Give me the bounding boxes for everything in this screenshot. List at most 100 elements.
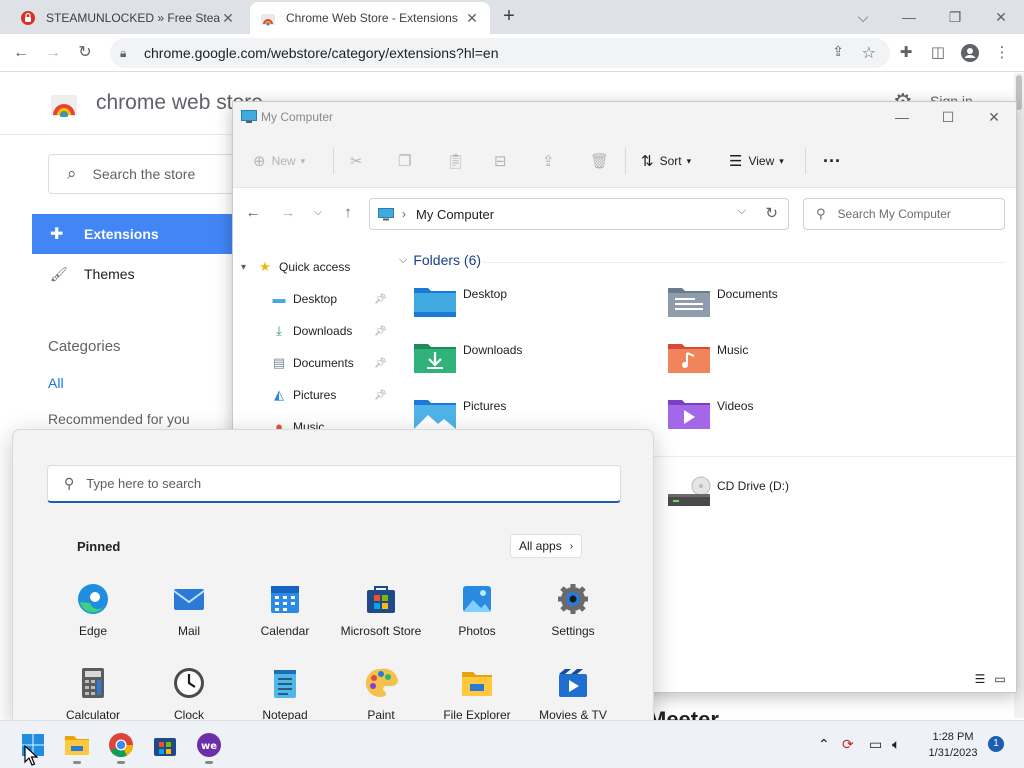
taskbar-clock[interactable]: 1:28 PM 1/31/2023 [920,729,986,761]
more-options-button[interactable]: ··· [823,150,841,172]
minimize-icon[interactable]: — [879,106,925,128]
recent-locations-chevron-icon[interactable]: ⌵ [308,202,328,224]
back-icon[interactable]: ← [243,202,263,224]
share-button[interactable]: ⇪ [542,150,561,172]
minimize-icon[interactable]: — [886,4,932,30]
pinned-app-clock[interactable]: Clock [141,666,237,720]
notification-badge[interactable]: 1 [988,736,1004,752]
rename-button[interactable]: ⊟ [494,150,513,172]
mouse-cursor-icon [24,745,38,766]
new-tab-button[interactable]: + [498,6,520,28]
chevron-up-icon[interactable]: ⌃ [818,736,830,753]
category-recommended[interactable]: Recommended for you [48,411,190,427]
clock-date: 1/31/2023 [928,747,978,759]
pinned-heading: Pinned [77,539,121,554]
profile-icon[interactable] [958,41,982,65]
refresh-icon[interactable]: ↻ [765,204,778,222]
close-tab-icon[interactable]: ✕ [220,10,236,27]
share-icon[interactable]: ⇪ [832,43,844,60]
paste-button[interactable]: 📋︎ [446,150,471,172]
nav-label: Desktop [293,292,338,306]
breadcrumb-chevron-icon[interactable]: › [402,207,406,221]
forward-icon[interactable]: → [278,202,298,224]
sync-icon[interactable]: ⟳ [842,736,854,753]
pinned-app-file-explorer[interactable]: File Explorer [429,666,525,720]
pinned-app-paint[interactable]: Paint [333,666,429,720]
store-search-input[interactable]: ⌕ Search the store [48,154,248,194]
sidepanel-icon[interactable]: ◫ [926,41,950,65]
explorer-title-bar[interactable]: My Computer — ☐ ✕ [233,102,1016,132]
start-search-input[interactable]: ⚲ Type here to search [47,465,621,503]
folder-documents[interactable]: Documents [667,282,907,326]
nav-quick-access[interactable]: ▾ ★ Quick access [233,254,393,280]
expand-chevron-icon[interactable]: ▾ [241,262,257,273]
pinned-app-movies-tv[interactable]: Movies & TV [525,666,621,720]
all-apps-button[interactable]: All apps › [510,534,583,558]
folder-desktop[interactable]: Desktop [413,282,653,326]
details-view-icon[interactable]: ☰ [971,672,989,688]
pinned-app-edge[interactable]: Edge [45,582,141,646]
reload-icon[interactable]: ↻ [72,40,98,66]
extensions-icon[interactable]: ✚ [894,41,918,65]
tab-search-chevron-down-icon[interactable]: ⌵ [840,4,886,30]
pinned-app-calendar[interactable]: Calendar [237,582,333,646]
explorer-address-bar[interactable]: › My Computer ⌵ ↻ [369,198,789,230]
pinned-app-mail[interactable]: Mail [141,582,237,646]
tab-steamunlocked[interactable]: STEAMUNLOCKED » Free Steam ✕ [10,2,246,34]
cut-button[interactable]: ✂ [350,150,369,172]
nav-item-pictures[interactable]: ◭ Pictures 📌︎ [233,382,393,408]
close-tab-icon[interactable]: ✕ [464,10,480,27]
pinned-app-calculator[interactable]: Calculator [45,666,141,720]
movies-tv-icon [559,669,587,697]
categories-heading: Categories [48,338,121,355]
breadcrumb-path[interactable]: My Computer [416,207,494,222]
folder-music[interactable]: Music [667,338,907,382]
chrome-icon[interactable] [107,731,135,759]
up-icon[interactable]: ↑ [338,202,358,224]
music-folder-icon [668,344,710,373]
drive-cd-d[interactable]: CD Drive (D:) [667,474,907,518]
menu-icon[interactable]: ⋮ [990,41,1014,65]
pinned-app-microsoft-store[interactable]: Microsoft Store [333,582,429,646]
star-icon[interactable]: ☆ [862,43,876,63]
restore-icon[interactable]: ❐ [932,4,978,30]
nav-item-downloads[interactable]: ⤓ Downloads 📌︎ [233,318,393,344]
new-label: New [271,154,296,168]
nav-item-desktop[interactable]: ▬ Desktop 📌︎ [233,286,393,312]
address-bar[interactable]: 🔒︎ chrome.google.com/webstore/category/e… [110,38,890,68]
chevron-down-icon[interactable]: ⌵ [738,205,746,218]
app-label: Photos [458,624,496,638]
network-icon[interactable]: ▭ [869,736,882,753]
close-icon[interactable]: ✕ [971,106,1017,128]
sidebar-item-extensions[interactable]: ✚ Extensions [32,214,242,254]
explorer-search-input[interactable]: ⚲ Search My Computer [803,198,1005,230]
folder-videos[interactable]: Videos [667,394,907,438]
close-icon[interactable]: ✕ [978,4,1024,30]
nav-item-documents[interactable]: ▤ Documents 📌︎ [233,350,393,376]
large-icons-view-icon[interactable]: ▭ [991,672,1009,688]
back-icon[interactable]: ← [8,40,34,66]
app-icon[interactable]: we [195,731,223,759]
copy-button[interactable]: ❐ [398,150,417,172]
file-explorer-icon[interactable] [63,731,91,759]
pinned-app-notepad[interactable]: Notepad [237,666,333,720]
volume-icon[interactable]: 🔈︎ [892,736,900,753]
store-icon[interactable] [151,731,179,759]
brush-icon: 🖌︎ [50,265,68,282]
new-button[interactable]: ⊕ New ▾ [253,150,305,172]
pinned-app-photos[interactable]: Photos [429,582,525,646]
view-button[interactable]: ☰ View ▾ [729,150,784,172]
forward-icon[interactable]: → [40,40,66,66]
folders-group-header[interactable]: ⌵ Folders (6) [399,252,481,268]
sort-button[interactable]: ⇅ Sort ▾ [641,150,691,172]
chevron-down-icon[interactable]: ⌵ [399,254,407,267]
maximize-icon[interactable]: ☐ [925,106,971,128]
pinned-app-settings[interactable]: Settings [525,582,621,646]
sidebar-item-themes[interactable]: 🖌︎ Themes [32,254,242,294]
folder-downloads[interactable]: Downloads [413,338,653,382]
category-all[interactable]: All [48,375,64,391]
delete-button[interactable]: 🗑︎ [590,150,615,172]
tab-chrome-web-store[interactable]: Chrome Web Store - Extensions ✕ [250,2,490,34]
webstore-logo-icon[interactable] [50,89,78,117]
webstore-favicon-icon [261,14,275,26]
